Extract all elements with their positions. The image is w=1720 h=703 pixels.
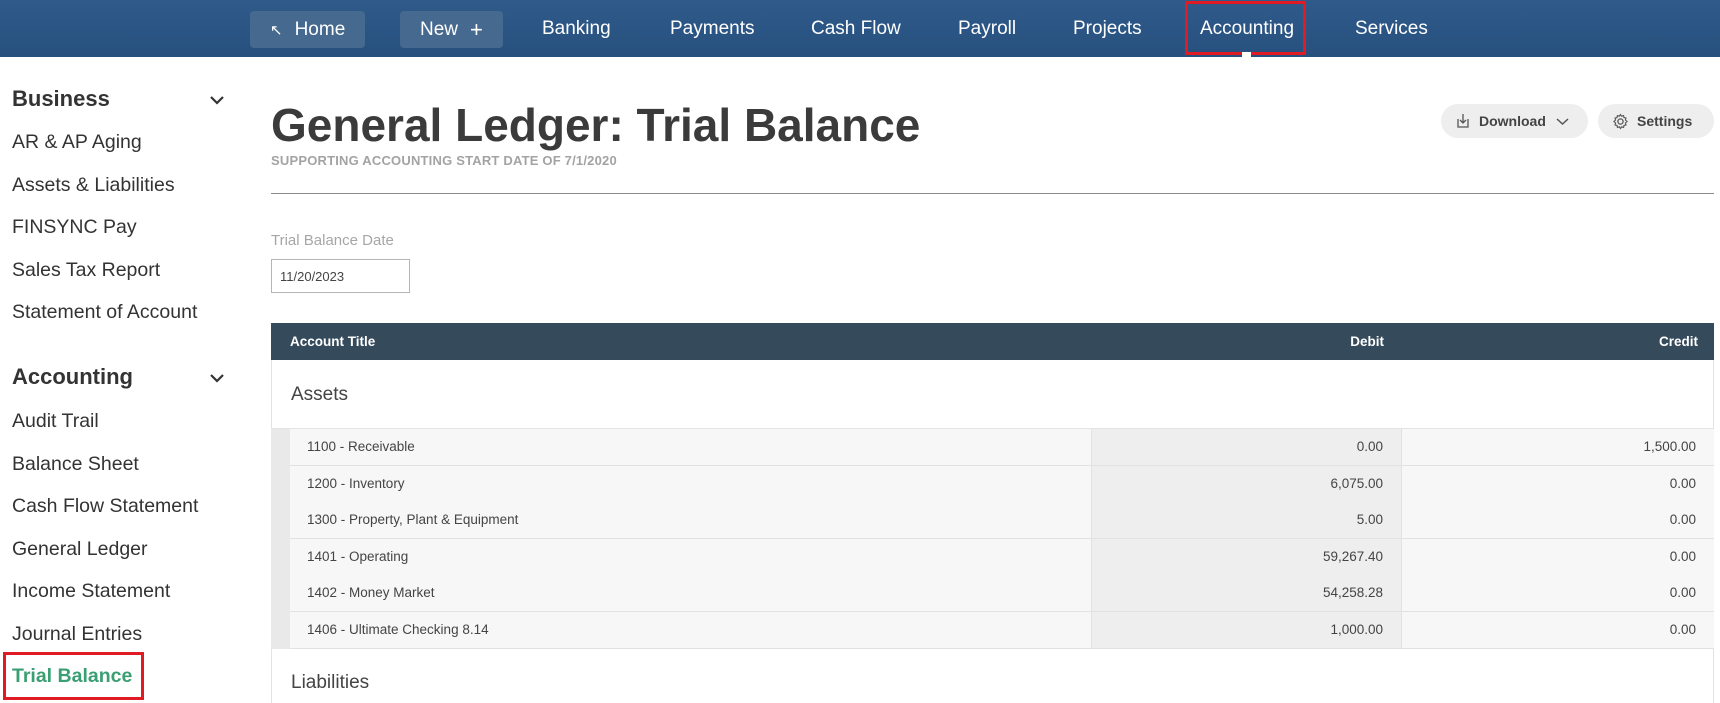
section-label: Assets xyxy=(291,384,349,405)
debit-cell: 59,267.40 xyxy=(1091,539,1401,575)
chevron-down-icon[interactable] xyxy=(210,370,224,383)
sidebar-trial-balance-highlight xyxy=(3,652,144,700)
account-title-cell: 1402 - Money Market xyxy=(290,575,1091,611)
sidebar-item-journal-entries[interactable]: Journal Entries xyxy=(12,623,142,646)
row-gutter xyxy=(271,429,290,649)
nav-accounting-highlight xyxy=(1185,1,1306,55)
debit-cell: 1,000.00 xyxy=(1091,612,1401,648)
active-nav-indicator xyxy=(1242,52,1251,57)
debit-cell: 6,075.00 xyxy=(1091,466,1401,502)
account-title-cell: 1100 - Receivable xyxy=(290,429,1091,465)
sidebar: Business AR & AP Aging Assets & Liabilit… xyxy=(0,57,250,703)
column-header-account: Account Title xyxy=(290,334,376,349)
chevron-down-icon[interactable] xyxy=(210,92,224,105)
credit-cell: 1,500.00 xyxy=(1401,429,1714,465)
nav-projects[interactable]: Projects xyxy=(1073,0,1142,57)
table-row[interactable]: 1300 - Property, Plant & Equipment 5.00 … xyxy=(290,502,1714,539)
credit-cell: 0.00 xyxy=(1401,502,1714,538)
sidebar-item-assets-liabilities[interactable]: Assets & Liabilities xyxy=(12,174,175,197)
chevron-down-icon xyxy=(1556,117,1569,126)
download-button[interactable]: Download xyxy=(1441,104,1588,138)
sidebar-item-income-statement[interactable]: Income Statement xyxy=(12,580,170,603)
table-header: Account Title Debit Credit xyxy=(271,323,1714,360)
plus-icon: + xyxy=(470,16,483,42)
nav-services[interactable]: Services xyxy=(1355,0,1428,57)
table-row[interactable]: 1200 - Inventory 6,075.00 0.00 xyxy=(290,466,1714,503)
sidebar-item-audit-trail[interactable]: Audit Trail xyxy=(12,410,99,433)
nav-cash-flow[interactable]: Cash Flow xyxy=(811,0,901,57)
page-subtitle: SUPPORTING ACCOUNTING START DATE OF 7/1/… xyxy=(271,153,617,168)
sidebar-item-cash-flow-statement[interactable]: Cash Flow Statement xyxy=(12,495,198,518)
sidebar-item-sales-tax-report[interactable]: Sales Tax Report xyxy=(12,259,160,282)
credit-cell: 0.00 xyxy=(1401,539,1714,575)
sidebar-heading-business[interactable]: Business xyxy=(12,86,110,112)
nav-new-button[interactable]: New + xyxy=(400,11,503,48)
download-label: Download xyxy=(1479,113,1546,129)
sidebar-item-balance-sheet[interactable]: Balance Sheet xyxy=(12,453,139,476)
download-icon xyxy=(1455,113,1471,129)
sidebar-item-statement-of-account[interactable]: Statement of Account xyxy=(12,301,197,324)
sidebar-item-ar-ap-aging[interactable]: AR & AP Aging xyxy=(12,131,142,154)
nav-home-label: Home xyxy=(294,18,346,40)
debit-cell: 0.00 xyxy=(1091,429,1401,465)
trial-balance-date-input[interactable] xyxy=(271,259,410,293)
debit-cell: 54,258.28 xyxy=(1091,575,1401,611)
debit-cell: 5.00 xyxy=(1091,502,1401,538)
credit-cell: 0.00 xyxy=(1401,466,1714,502)
column-header-credit: Credit xyxy=(1658,334,1698,349)
section-label: Liabilities xyxy=(291,672,370,693)
sidebar-heading-accounting[interactable]: Accounting xyxy=(12,364,133,390)
table-row[interactable]: 1402 - Money Market 54,258.28 0.00 xyxy=(290,575,1714,612)
nav-banking[interactable]: Banking xyxy=(542,0,611,57)
account-title-cell: 1200 - Inventory xyxy=(290,466,1091,502)
sidebar-item-general-ledger[interactable]: General Ledger xyxy=(12,538,148,561)
account-title-cell: 1406 - Ultimate Checking 8.14 xyxy=(290,612,1091,648)
settings-label: Settings xyxy=(1637,113,1693,129)
arrow-up-left-icon: ↖ xyxy=(270,21,283,39)
header-divider xyxy=(271,193,1714,194)
nav-new-label: New xyxy=(420,18,459,40)
account-title-cell: 1300 - Property, Plant & Equipment xyxy=(290,502,1091,538)
credit-cell: 0.00 xyxy=(1401,612,1714,648)
table-row[interactable]: 1100 - Receivable 0.00 1,500.00 xyxy=(290,429,1714,466)
trial-balance-date-label: Trial Balance Date xyxy=(271,232,394,249)
section-liabilities[interactable]: Liabilities xyxy=(271,649,1714,703)
account-title-cell: 1401 - Operating xyxy=(290,539,1091,575)
section-assets[interactable]: Assets xyxy=(271,360,1714,429)
nav-home-button[interactable]: ↖ Home xyxy=(250,11,366,48)
gear-icon xyxy=(1612,112,1629,130)
nav-payments[interactable]: Payments xyxy=(670,0,754,57)
nav-payroll[interactable]: Payroll xyxy=(958,0,1016,57)
credit-cell: 0.00 xyxy=(1401,575,1714,611)
settings-button[interactable]: Settings xyxy=(1598,104,1714,138)
table-row[interactable]: 1406 - Ultimate Checking 8.14 1,000.00 0… xyxy=(290,612,1714,649)
top-nav: ↖ Home New + Banking Payments Cash Flow … xyxy=(0,0,1720,57)
page-title: General Ledger: Trial Balance xyxy=(271,99,921,151)
table-row[interactable]: 1401 - Operating 59,267.40 0.00 xyxy=(290,539,1714,576)
column-header-debit: Debit xyxy=(1350,334,1384,349)
sidebar-item-finsync-pay[interactable]: FINSYNC Pay xyxy=(12,216,137,239)
